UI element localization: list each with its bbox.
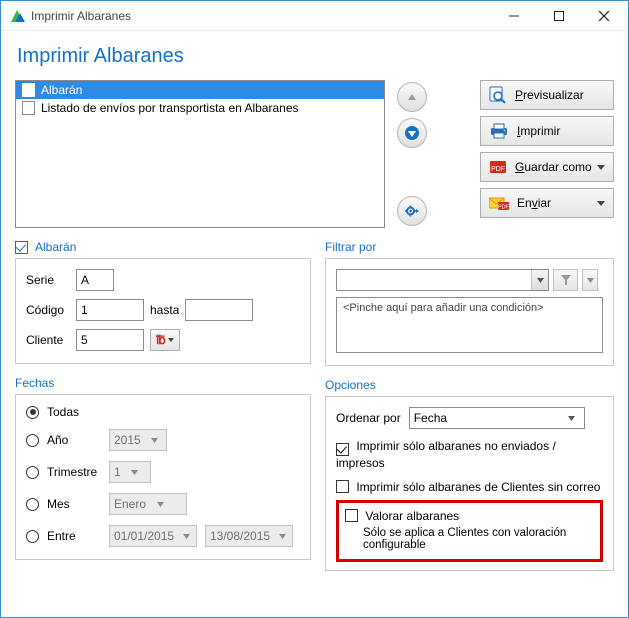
move-down-button[interactable]: [397, 118, 427, 148]
close-button[interactable]: [581, 2, 626, 30]
pdf-icon: PDF: [489, 159, 507, 175]
app-icon: [9, 8, 25, 24]
cliente-label: Cliente: [26, 333, 70, 347]
radio-trimestre[interactable]: [26, 466, 39, 479]
button-label: Previsualizar: [515, 88, 584, 102]
page-title: Imprimir Albaranes: [17, 45, 612, 68]
chevron-down-icon: [564, 415, 580, 422]
report-item-label: Listado de envíos por transportista en A…: [41, 101, 299, 115]
entre-from-date[interactable]: 01/01/2015: [109, 525, 197, 547]
opciones-section-title: Opciones: [325, 378, 614, 392]
filter-dropdown-button[interactable]: [582, 269, 598, 291]
solo-noenviados-checkbox[interactable]: [336, 443, 349, 456]
button-label: Guardar como: [515, 160, 592, 174]
key-icon: ℔: [156, 333, 166, 347]
chevron-down-icon: [597, 163, 605, 171]
move-up-button[interactable]: [397, 82, 427, 112]
valorar-highlight: Valorar albaranes Sólo se aplica a Clien…: [336, 500, 603, 562]
ordenar-select[interactable]: Fecha: [409, 407, 585, 429]
magnifier-icon: [489, 86, 507, 104]
window-controls: [491, 2, 626, 30]
report-list[interactable]: Albarán Listado de envíos por transporti…: [15, 80, 385, 228]
codigo-label: Código: [26, 303, 70, 317]
action-buttons: Previsualizar Imprimir PDF Guardar como: [480, 80, 614, 228]
checkbox-label: Imprimir sólo albaranes de Clientes sin …: [356, 480, 600, 494]
chevron-down-icon: [147, 437, 162, 444]
radio-ano[interactable]: [26, 434, 39, 447]
svg-text:PDF: PDF: [498, 205, 509, 211]
report-item-label: Albarán: [41, 83, 82, 97]
list-side-buttons: [397, 80, 427, 228]
chevron-down-icon: [168, 337, 174, 343]
checkbox-label: Valorar albaranes: [365, 509, 459, 523]
filter-field-select[interactable]: [336, 269, 549, 291]
preview-button[interactable]: Previsualizar: [480, 80, 614, 110]
solo-sincorreo-checkbox[interactable]: [336, 480, 349, 493]
svg-text:PDF: PDF: [491, 166, 505, 173]
saveas-button[interactable]: PDF Guardar como: [480, 152, 614, 182]
codigo-from-input[interactable]: [76, 299, 144, 321]
document-icon: [22, 101, 35, 115]
chevron-down-icon: [597, 199, 605, 207]
chevron-down-icon: [276, 533, 288, 540]
entre-to-date[interactable]: 13/08/2015: [205, 525, 293, 547]
radio-label: Todas: [47, 405, 79, 419]
fechas-panel: Todas Año 2015 Trimestre: [15, 394, 311, 560]
albaran-checkbox[interactable]: [15, 241, 28, 254]
content: Imprimir Albaranes Albarán Listado de en…: [1, 31, 628, 617]
settings-button[interactable]: [397, 196, 427, 226]
chevron-down-icon: [152, 501, 168, 508]
trimestre-select[interactable]: 1: [109, 461, 151, 483]
radio-entre[interactable]: [26, 530, 39, 543]
ordenar-label: Ordenar por: [336, 411, 401, 425]
radio-todas[interactable]: [26, 406, 39, 419]
chevron-down-icon: [531, 270, 548, 290]
window: Imprimir Albaranes Imprimir Albaranes Al…: [0, 0, 629, 618]
print-button[interactable]: Imprimir: [480, 116, 614, 146]
serie-input[interactable]: [76, 269, 114, 291]
valorar-hint: Sólo se aplica a Clientes con valoración…: [363, 527, 594, 551]
albaran-panel: Serie Código hasta Cliente ℔: [15, 258, 311, 364]
hasta-label: hasta: [150, 303, 179, 317]
radio-label: Mes: [47, 497, 101, 511]
ano-select[interactable]: 2015: [109, 429, 167, 451]
filtrar-panel: <Pinche aquí para añadir una condición>: [325, 258, 614, 366]
fechas-section-title: Fechas: [15, 376, 311, 390]
button-label: Imprimir: [517, 124, 560, 138]
opciones-panel: Ordenar por Fecha Imprimir sólo albarane…: [325, 396, 614, 571]
valorar-checkbox[interactable]: [345, 509, 358, 522]
albaran-section-title[interactable]: Albarán: [15, 240, 311, 254]
radio-mes[interactable]: [26, 498, 39, 511]
chevron-down-icon: [127, 469, 143, 476]
mes-select[interactable]: Enero: [109, 493, 187, 515]
cliente-lookup-button[interactable]: ℔: [150, 329, 180, 351]
cliente-input[interactable]: [76, 329, 144, 351]
codigo-to-input[interactable]: [185, 299, 253, 321]
radio-label: Trimestre: [47, 465, 101, 479]
printer-icon: [489, 123, 509, 139]
send-button[interactable]: PDF Enviar: [480, 188, 614, 218]
minimize-button[interactable]: [491, 2, 536, 30]
checkbox-label: Imprimir sólo albaranes no enviados / im…: [336, 439, 556, 470]
filtrar-section-title: Filtrar por: [325, 240, 614, 254]
chevron-down-icon: [180, 533, 192, 540]
filter-funnel-button[interactable]: [553, 269, 578, 291]
maximize-button[interactable]: [536, 2, 581, 30]
titlebar: Imprimir Albaranes: [1, 1, 628, 31]
section-label: Albarán: [35, 240, 76, 254]
document-icon: [22, 83, 35, 97]
serie-label: Serie: [26, 273, 70, 287]
filter-conditions-area[interactable]: <Pinche aquí para añadir una condición>: [336, 297, 603, 353]
window-title: Imprimir Albaranes: [31, 9, 491, 23]
radio-label: Entre: [47, 529, 101, 543]
button-label: Enviar: [517, 196, 551, 210]
filter-placeholder: <Pinche aquí para añadir una condición>: [343, 302, 544, 314]
report-item-albaran[interactable]: Albarán: [16, 81, 384, 99]
mail-pdf-icon: PDF: [489, 195, 509, 211]
report-item-listado[interactable]: Listado de envíos por transportista en A…: [16, 99, 384, 117]
radio-label: Año: [47, 433, 101, 447]
